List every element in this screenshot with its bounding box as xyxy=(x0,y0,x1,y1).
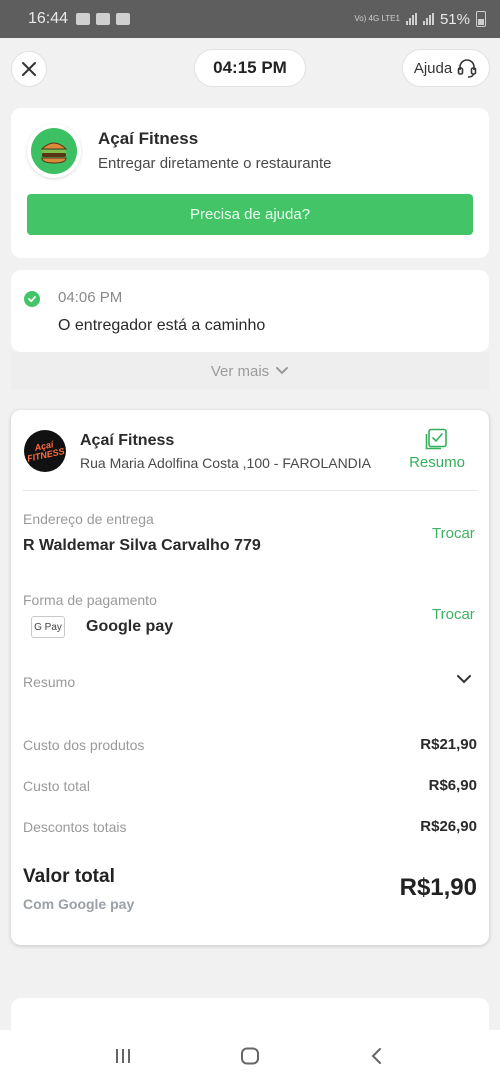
message-icon xyxy=(116,13,131,25)
summary-toggle-label[interactable]: Resumo xyxy=(23,674,75,690)
eta-time-pill: 04:15 PM xyxy=(194,49,306,87)
status-bar: 16:44 Vo) 4G LTE1 51% xyxy=(0,0,500,38)
delivery-address-value: R Waldemar Silva Carvalho 779 xyxy=(23,537,261,554)
grand-total-value: R$1,90 xyxy=(399,874,477,901)
store-name: Açaí Fitness xyxy=(80,432,175,449)
store-logo: Açaí FITNESS xyxy=(24,430,66,472)
gallery-icon xyxy=(76,13,91,25)
google-pay-badge: G Pay xyxy=(31,616,65,638)
burger-icon xyxy=(40,142,68,164)
product-cost-value: R$21,90 xyxy=(420,736,477,753)
battery-percent: 51% xyxy=(439,10,470,28)
status-time: 16:44 xyxy=(28,10,69,27)
tracking-header: 04:15 PM Ajuda xyxy=(0,38,500,96)
grand-total-label: Valor total xyxy=(23,866,115,887)
chevron-down-icon[interactable] xyxy=(455,672,473,686)
restaurant-avatar xyxy=(27,124,81,178)
back-button[interactable] xyxy=(357,1036,397,1076)
total-cost-value: R$6,90 xyxy=(428,777,477,794)
home-button[interactable] xyxy=(230,1036,270,1076)
store-address: Rua Maria Adolfina Costa ,100 - FAROLAND… xyxy=(80,455,372,471)
divider xyxy=(23,490,477,491)
status-time: 04:06 PM xyxy=(58,289,123,306)
headset-icon xyxy=(457,59,477,78)
change-address-button[interactable]: Trocar xyxy=(432,525,475,542)
total-cost-label: Custo total xyxy=(23,778,90,794)
eta-time: 04:15 PM xyxy=(213,58,287,77)
see-more-label: Ver mais xyxy=(210,362,270,380)
status-message: O entregador está a caminho xyxy=(58,317,266,334)
signal-icon xyxy=(405,13,417,25)
grand-total-method: Com Google pay xyxy=(23,896,135,912)
delivery-address-label: Endereço de entrega xyxy=(23,511,154,527)
chevron-down-icon xyxy=(276,367,289,375)
see-more-button[interactable]: Ver mais xyxy=(11,352,489,390)
discounts-value: R$26,90 xyxy=(420,818,477,835)
system-nav-bar xyxy=(0,1030,500,1082)
restaurant-card: Açaí Fitness Entregar diretamente o rest… xyxy=(11,108,489,258)
recents-icon xyxy=(116,1049,131,1063)
recents-button[interactable] xyxy=(103,1036,143,1076)
signal-2-icon xyxy=(422,13,434,25)
help-button[interactable]: Ajuda xyxy=(402,49,490,87)
receipt-icon xyxy=(425,428,447,450)
discounts-label: Descontos totais xyxy=(23,819,127,835)
order-details-card: Açaí FITNESS Açaí Fitness Rua Maria Adol… xyxy=(11,410,489,945)
battery-icon xyxy=(476,11,486,27)
home-icon xyxy=(240,1047,259,1065)
app-notification-icon xyxy=(96,13,111,25)
delivery-mode: Entregar diretamente o restaurante xyxy=(98,155,332,172)
store-logo-text: Açaí FITNESS xyxy=(26,439,66,464)
back-icon xyxy=(371,1048,381,1064)
status-card: 04:06 PM O entregador está a caminho xyxy=(11,270,489,352)
payment-method-value: Google pay xyxy=(86,618,174,635)
payment-method-label: Forma de pagamento xyxy=(23,592,157,608)
summary-link-label: Resumo xyxy=(409,454,465,471)
need-help-button[interactable]: Precisa de ajuda? xyxy=(27,194,473,235)
close-button[interactable] xyxy=(11,51,47,87)
network-type: Vo) 4G LTE1 xyxy=(354,14,400,23)
check-circle-icon xyxy=(24,291,40,307)
change-payment-button[interactable]: Trocar xyxy=(432,606,475,623)
summary-link[interactable]: Resumo xyxy=(404,428,470,471)
restaurant-name: Açaí Fitness xyxy=(98,129,199,148)
product-cost-label: Custo dos produtos xyxy=(23,737,145,753)
close-icon xyxy=(22,62,36,76)
help-label: Ajuda xyxy=(413,59,453,77)
